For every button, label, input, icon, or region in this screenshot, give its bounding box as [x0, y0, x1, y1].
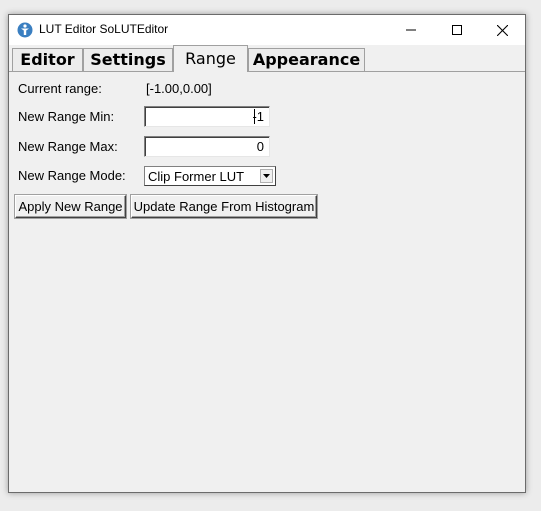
- window-title: LUT Editor SoLUTEditor: [39, 22, 169, 36]
- tab-editor-label: Editor: [20, 50, 75, 69]
- tab-range-label: Range: [185, 49, 236, 68]
- range-max-value: 0: [256, 139, 264, 154]
- current-range-label: Current range:: [18, 81, 102, 96]
- range-min-input[interactable]: -1: [144, 106, 270, 127]
- range-min-label: New Range Min:: [18, 109, 115, 124]
- close-button[interactable]: [479, 15, 525, 45]
- tab-editor[interactable]: Editor: [12, 48, 83, 71]
- tab-appearance[interactable]: Appearance: [248, 48, 365, 71]
- tab-range[interactable]: Range: [173, 45, 248, 72]
- title-bar[interactable]: LUT Editor SoLUTEditor: [9, 15, 525, 45]
- maximize-icon: [452, 25, 462, 35]
- tab-appearance-label: Appearance: [252, 50, 361, 69]
- apply-new-range-button[interactable]: Apply New Range: [15, 195, 126, 218]
- minimize-icon: [406, 29, 416, 31]
- current-range-value: [-1.00,0.00]: [146, 81, 212, 96]
- text-cursor: [254, 109, 255, 124]
- range-max-input[interactable]: 0: [144, 136, 270, 157]
- range-mode-select[interactable]: Clip Former LUT: [144, 166, 276, 186]
- app-icon: [17, 22, 33, 38]
- close-icon: [496, 24, 508, 36]
- update-range-from-histogram-button[interactable]: Update Range From Histogram: [131, 195, 317, 218]
- app-window: LUT Editor SoLUTEditor Editor Settings R…: [8, 14, 526, 493]
- maximize-button[interactable]: [434, 15, 480, 45]
- range-mode-label: New Range Mode:: [18, 168, 126, 183]
- range-max-label: New Range Max:: [18, 139, 118, 154]
- range-mode-value: Clip Former LUT: [148, 169, 245, 184]
- minimize-button[interactable]: [388, 15, 434, 45]
- update-range-label: Update Range From Histogram: [133, 199, 315, 214]
- tab-divider: [9, 71, 525, 72]
- dropdown-arrow[interactable]: [260, 169, 273, 183]
- tab-settings-label: Settings: [90, 50, 166, 69]
- tab-settings[interactable]: Settings: [83, 48, 173, 71]
- chevron-down-icon: [263, 174, 270, 178]
- apply-new-range-label: Apply New Range: [18, 199, 123, 214]
